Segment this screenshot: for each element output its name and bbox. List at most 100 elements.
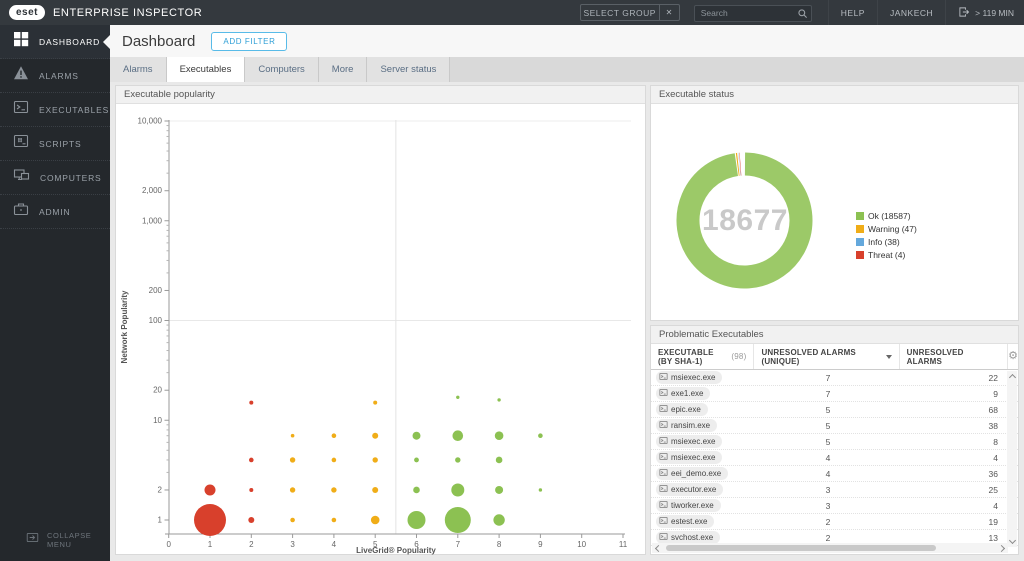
bubble-threat[interactable] xyxy=(249,458,254,463)
legend-swatch-info xyxy=(856,238,864,246)
bubble-threat[interactable] xyxy=(249,488,253,492)
bubble-ok[interactable] xyxy=(455,457,460,462)
executable-name-pill[interactable]: estest.exe xyxy=(656,515,714,528)
table-row[interactable]: exe1.exe79 xyxy=(651,386,1018,402)
executable-name-pill[interactable]: tiworker.exe xyxy=(656,499,721,512)
bubble-warning[interactable] xyxy=(332,458,337,463)
bubble-warning[interactable] xyxy=(290,487,295,492)
scroll-right-icon[interactable] xyxy=(998,544,1005,551)
executable-name-pill[interactable]: executor.exe xyxy=(656,483,723,496)
vertical-scrollbar[interactable] xyxy=(1007,371,1017,547)
panel-executable-status: Executable status 18677 Ok (18587)Warnin… xyxy=(650,85,1019,321)
x-tick-label: 7 xyxy=(456,540,461,549)
sidebar-item-dashboard[interactable]: DASHBOARD xyxy=(0,25,110,59)
tab-computers[interactable]: Computers xyxy=(245,57,318,82)
collapse-menu-button[interactable]: COLLAPSE MENU xyxy=(0,527,110,553)
executable-name-pill[interactable]: msiexec.exe xyxy=(656,435,722,448)
bubble-warning[interactable] xyxy=(290,518,295,523)
bubble-ok[interactable] xyxy=(408,511,426,529)
bubble-warning[interactable] xyxy=(290,457,295,462)
executable-name-pill[interactable]: exe1.exe xyxy=(656,387,710,400)
tab-executables[interactable]: Executables xyxy=(167,57,246,82)
sidebar-item-executables[interactable]: EXECUTABLES xyxy=(0,93,110,127)
bubble-ok[interactable] xyxy=(453,430,464,441)
bubble-warning[interactable] xyxy=(373,401,377,405)
bubble-warning[interactable] xyxy=(332,433,337,438)
bubble-warning[interactable] xyxy=(372,433,378,439)
table-row[interactable]: estest.exe219 xyxy=(651,514,1018,530)
unresolved-total-value: 4 xyxy=(901,453,998,463)
bubble-ok[interactable] xyxy=(414,458,419,463)
executable-icon xyxy=(659,468,668,479)
bubble-threat[interactable] xyxy=(249,401,253,405)
bubble-warning[interactable] xyxy=(371,516,380,525)
bubble-ok[interactable] xyxy=(538,433,543,438)
column-header-unresolved[interactable]: UNRESOLVED ALARMS xyxy=(900,344,1007,369)
user-menu[interactable]: JANKECH xyxy=(877,0,945,25)
bubble-threat[interactable] xyxy=(194,504,226,536)
bubble-threat[interactable] xyxy=(205,484,216,495)
bubble-ok[interactable] xyxy=(496,457,503,464)
bubble-ok[interactable] xyxy=(445,507,471,533)
bubble-ok[interactable] xyxy=(493,514,504,525)
close-icon[interactable]: ✕ xyxy=(659,5,679,20)
bubble-threat[interactable] xyxy=(248,517,254,523)
alarms-icon xyxy=(13,65,29,86)
tab-more[interactable]: More xyxy=(319,57,368,82)
column-header-executable[interactable]: EXECUTABLE (BY SHA-1) (98) xyxy=(651,344,754,369)
column-header-unresolved-unique[interactable]: UNRESOLVED ALARMS (UNIQUE) xyxy=(754,344,899,369)
executable-name-pill[interactable]: epic.exe xyxy=(656,403,708,416)
select-group-button[interactable]: SELECT GROUP ✕ xyxy=(580,4,680,21)
executable-name-pill[interactable]: eei_demo.exe xyxy=(656,467,728,480)
table-row[interactable]: ransim.exe538 xyxy=(651,418,1018,434)
bubble-ok[interactable] xyxy=(456,396,459,399)
legend-swatch-ok xyxy=(856,212,864,220)
session-logout[interactable]: > 119 MIN xyxy=(945,0,1024,25)
table-row[interactable]: tiworker.exe34 xyxy=(651,498,1018,514)
sidebar-item-label: COMPUTERS xyxy=(40,173,102,183)
bubble-ok[interactable] xyxy=(539,488,542,491)
sidebar-item-scripts[interactable]: SCRIPTS xyxy=(0,127,110,161)
collapse-icon xyxy=(26,531,39,549)
bubble-ok[interactable] xyxy=(413,432,421,440)
executable-name-pill[interactable]: ransim.exe xyxy=(656,419,717,432)
horizontal-scroll-thumb[interactable] xyxy=(666,545,936,551)
executable-name-pill[interactable]: msiexec.exe xyxy=(656,371,722,384)
bubble-ok[interactable] xyxy=(413,487,420,494)
table-row[interactable]: eei_demo.exe436 xyxy=(651,466,1018,482)
bubble-ok[interactable] xyxy=(451,483,464,496)
executable-name-pill[interactable]: msiexec.exe xyxy=(656,451,722,464)
table-row[interactable]: msiexec.exe722 xyxy=(651,370,1018,386)
scroll-up-icon[interactable] xyxy=(1008,374,1015,381)
tab-server-status[interactable]: Server status xyxy=(367,57,450,82)
help-link[interactable]: HELP xyxy=(828,0,877,25)
sidebar-item-computers[interactable]: COMPUTERS xyxy=(0,161,110,195)
unresolved-unique-value: 2 xyxy=(755,533,901,543)
bubble-warning[interactable] xyxy=(372,487,378,493)
sidebar-item-admin[interactable]: ADMIN xyxy=(0,195,110,229)
executable-popularity-chart[interactable]: 0123456789101110,0002,0001,0002001002010… xyxy=(116,104,645,556)
bubble-ok[interactable] xyxy=(495,486,503,494)
bubble-warning[interactable] xyxy=(332,518,337,523)
table-row[interactable]: executor.exe325 xyxy=(651,482,1018,498)
bubble-ok[interactable] xyxy=(495,431,504,440)
y-tick-label: 10,000 xyxy=(138,117,163,126)
add-filter-button[interactable]: ADD FILTER xyxy=(211,32,287,51)
scroll-left-icon[interactable] xyxy=(655,544,662,551)
x-tick-label: 0 xyxy=(166,540,171,549)
table-row[interactable]: msiexec.exe58 xyxy=(651,434,1018,450)
bubble-warning[interactable] xyxy=(331,487,336,492)
sidebar-item-alarms[interactable]: ALARMS xyxy=(0,59,110,93)
scroll-down-icon[interactable] xyxy=(1008,537,1015,544)
x-tick-label: 3 xyxy=(290,540,295,549)
table-row[interactable]: epic.exe568 xyxy=(651,402,1018,418)
table-row[interactable]: msiexec.exe44 xyxy=(651,450,1018,466)
unresolved-unique-value: 2 xyxy=(755,517,901,527)
bubble-warning[interactable] xyxy=(291,434,295,438)
bubble-warning[interactable] xyxy=(373,457,378,462)
tab-alarms[interactable]: Alarms xyxy=(110,57,167,82)
table-settings-gear-icon[interactable]: ⚙ xyxy=(1008,344,1018,368)
bubble-ok[interactable] xyxy=(497,398,500,401)
search-input[interactable] xyxy=(694,5,812,22)
horizontal-scrollbar[interactable] xyxy=(652,543,1008,553)
